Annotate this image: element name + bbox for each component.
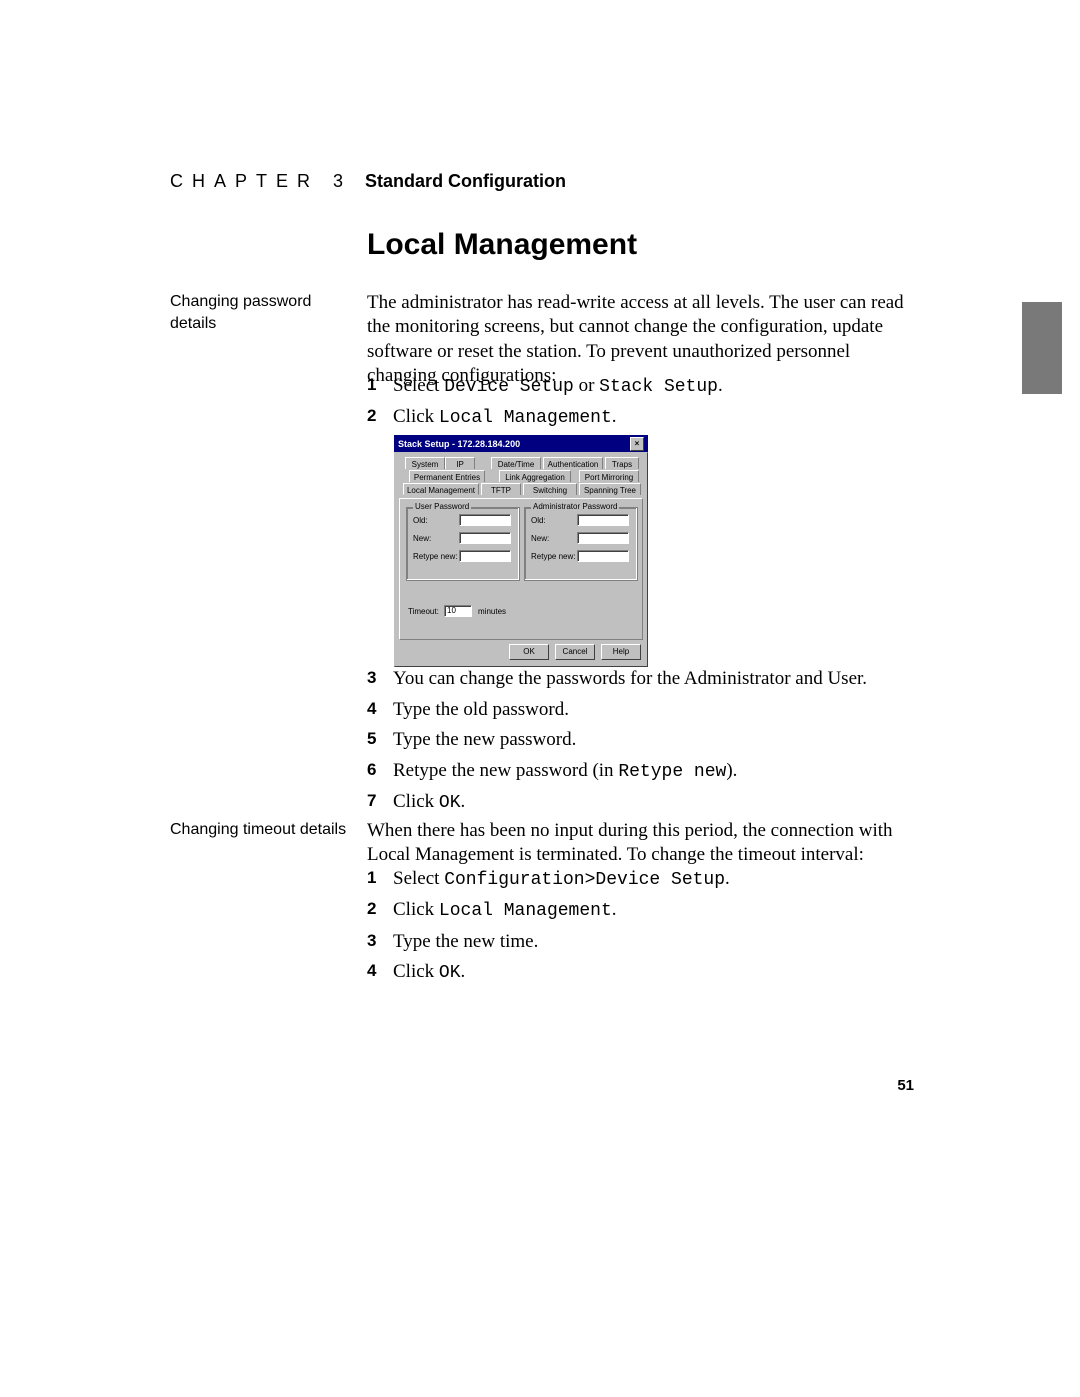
input-user-old[interactable]: [459, 514, 511, 526]
input-admin-old[interactable]: [577, 514, 629, 526]
step-number: 4: [367, 959, 393, 985]
step-item: 7Click OK.: [367, 789, 913, 815]
close-icon[interactable]: ×: [630, 437, 644, 451]
step-text: Click Local Management.: [393, 404, 913, 430]
step-item: 1Select Configuration>Device Setup.: [367, 866, 913, 892]
group-admin-password: Administrator Password Old: New: Retype …: [524, 507, 638, 581]
chapter-word: CHAPTER 3: [170, 171, 352, 191]
label-user-retype: Retype new:: [413, 552, 457, 561]
step-number: 3: [367, 929, 393, 955]
step-text: Click Local Management.: [393, 897, 913, 923]
side-label-timeout: Changing timeout details: [170, 819, 350, 841]
tab-tftp[interactable]: TFTP: [481, 483, 521, 495]
tab-port-mirroring[interactable]: Port Mirroring: [579, 470, 639, 482]
input-user-retype[interactable]: [459, 550, 511, 562]
label-admin-old: Old:: [531, 516, 546, 525]
step-item: 3Type the new time.: [367, 929, 913, 955]
input-admin-new[interactable]: [577, 532, 629, 544]
label-timeout-unit: minutes: [478, 607, 506, 616]
code-literal: Retype new: [618, 762, 726, 782]
step-text: You can change the passwords for the Adm…: [393, 666, 913, 692]
steps-password-a: 1Select Device Setup or Stack Setup.2Cli…: [367, 373, 913, 436]
code-literal: Device Setup: [444, 377, 574, 397]
tab-authentication[interactable]: Authentication: [543, 457, 603, 469]
step-item: 4Click OK.: [367, 959, 913, 985]
label-user-old: Old:: [413, 516, 428, 525]
page-thumb-tab: [1022, 302, 1062, 394]
dialog-stack-setup: Stack Setup - 172.28.184.200 × System IP…: [394, 435, 648, 667]
step-item: 6Retype the new password (in Retype new)…: [367, 758, 913, 784]
code-literal: OK: [439, 963, 461, 983]
chapter-title: Standard Configuration: [365, 171, 566, 191]
step-text: Type the new time.: [393, 929, 913, 955]
side-label-password: Changing password details: [170, 291, 350, 334]
cancel-button[interactable]: Cancel: [555, 644, 595, 660]
tab-system[interactable]: System: [405, 457, 445, 469]
step-item: 1Select Device Setup or Stack Setup.: [367, 373, 913, 399]
label-user-new: New:: [413, 534, 431, 543]
group-user-password: User Password Old: New: Retype new:: [406, 507, 520, 581]
ok-button[interactable]: OK: [509, 644, 549, 660]
help-button[interactable]: Help: [601, 644, 641, 660]
chapter-header: CHAPTER 3 Standard Configuration: [170, 171, 566, 192]
step-number: 1: [367, 866, 393, 892]
step-item: 2Click Local Management.: [367, 404, 913, 430]
dialog-titlebar[interactable]: Stack Setup - 172.28.184.200 ×: [394, 435, 648, 452]
step-number: 4: [367, 697, 393, 723]
tab-traps[interactable]: Traps: [605, 457, 639, 469]
input-timeout[interactable]: 10: [444, 605, 472, 617]
code-literal: Configuration>Device Setup: [444, 870, 725, 890]
document-page: CHAPTER 3 Standard Configuration Local M…: [0, 0, 1080, 1397]
tab-strip: System IP Date/Time Authentication Traps…: [399, 457, 643, 499]
step-text: Click OK.: [393, 789, 913, 815]
step-item: 5Type the new password.: [367, 727, 913, 753]
step-item: 4Type the old password.: [367, 697, 913, 723]
tab-link-aggregation[interactable]: Link Aggregation: [499, 470, 571, 482]
step-text: Type the new password.: [393, 727, 913, 753]
code-literal: Stack Setup: [599, 377, 718, 397]
dialog-title-text: Stack Setup - 172.28.184.200: [398, 439, 520, 449]
step-item: 2Click Local Management.: [367, 897, 913, 923]
step-number: 5: [367, 727, 393, 753]
page-number: 51: [897, 1077, 914, 1094]
step-number: 7: [367, 789, 393, 815]
step-number: 6: [367, 758, 393, 784]
code-literal: Local Management: [439, 901, 612, 921]
code-literal: Local Management: [439, 408, 612, 428]
group-admin-label: Administrator Password: [531, 502, 619, 511]
input-user-new[interactable]: [459, 532, 511, 544]
tab-permanent-entries[interactable]: Permanent Entries: [409, 470, 485, 482]
step-number: 2: [367, 897, 393, 923]
label-admin-retype: Retype new:: [531, 552, 575, 561]
section-heading: Local Management: [367, 228, 637, 262]
step-text: Select Device Setup or Stack Setup.: [393, 373, 913, 399]
steps-timeout: 1Select Configuration>Device Setup.2Clic…: [367, 866, 913, 991]
tab-spanning-tree[interactable]: Spanning Tree: [579, 483, 641, 495]
step-item: 3You can change the passwords for the Ad…: [367, 666, 913, 692]
tab-switching[interactable]: Switching: [523, 483, 577, 495]
step-text: Type the old password.: [393, 697, 913, 723]
step-number: 3: [367, 666, 393, 692]
input-admin-retype[interactable]: [577, 550, 629, 562]
step-text: Retype the new password (in Retype new).: [393, 758, 913, 784]
step-text: Click OK.: [393, 959, 913, 985]
step-number: 2: [367, 404, 393, 430]
steps-password-b: 3You can change the passwords for the Ad…: [367, 666, 913, 821]
tab-ip[interactable]: IP: [445, 457, 475, 469]
tab-datetime[interactable]: Date/Time: [491, 457, 541, 469]
tab-panel: User Password Old: New: Retype new: Admi…: [399, 498, 643, 640]
label-timeout: Timeout:: [408, 607, 439, 616]
label-admin-new: New:: [531, 534, 549, 543]
step-number: 1: [367, 373, 393, 399]
group-user-label: User Password: [413, 502, 471, 511]
step-text: Select Configuration>Device Setup.: [393, 866, 913, 892]
dialog-body: System IP Date/Time Authentication Traps…: [394, 452, 648, 667]
code-literal: OK: [439, 793, 461, 813]
para-timeout-intro: When there has been no input during this…: [367, 819, 913, 868]
tab-local-management[interactable]: Local Management: [403, 483, 479, 495]
